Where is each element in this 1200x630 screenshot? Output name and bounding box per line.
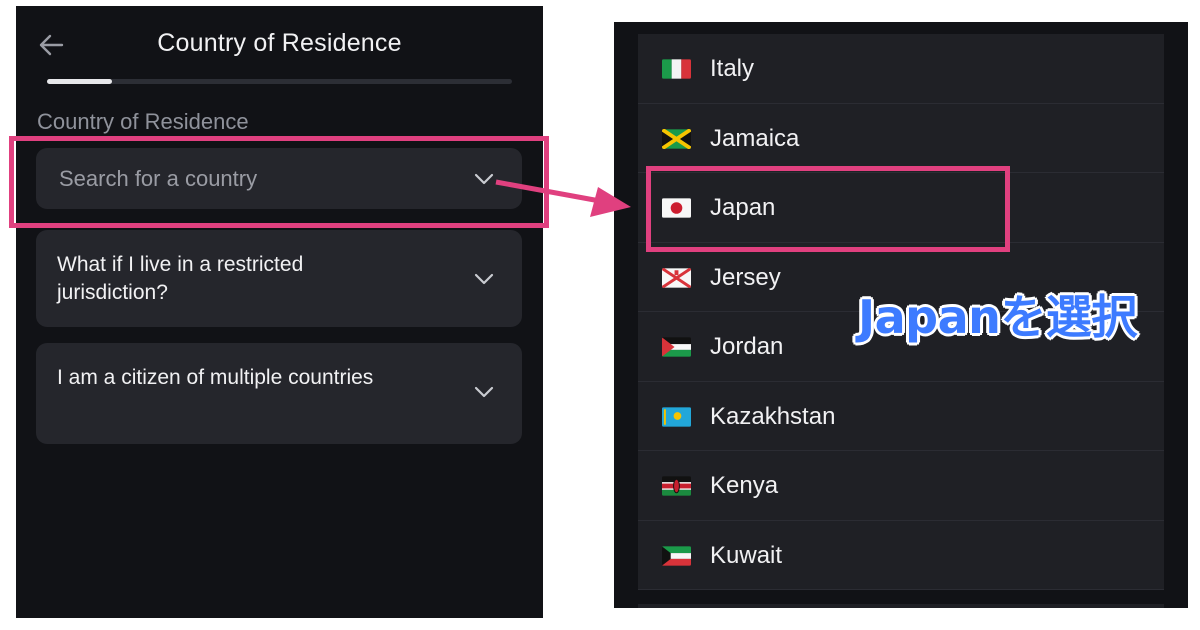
country-name: Jersey [710,263,781,291]
country-name: Jordan [710,333,784,360]
country-name: Kazakhstan [710,402,836,430]
progress-bar [47,79,512,84]
faq-multiple-citizenship[interactable]: I am a citizen of multiple countries [36,343,522,444]
country-field-label: Country of Residence [37,109,249,134]
jamaica-flag-icon [662,128,691,149]
page-title: Country of Residence [157,29,402,57]
progress-fill [47,79,113,84]
country-name: Kuwait [710,541,783,569]
country-item-kazakhstan[interactable]: Kazakhstan [638,381,1164,451]
kenya-flag-icon [662,476,691,496]
faq-label: What if I live in a restricted jurisdict… [57,253,304,304]
chevron-down-icon [474,273,494,285]
country-item-kuwait[interactable]: Kuwait [638,520,1164,590]
country-name: Italy [710,55,755,82]
faq-restricted-jurisdiction[interactable]: What if I live in a restricted jurisdict… [36,230,522,327]
italy-flag-icon [662,59,691,79]
jordan-flag-icon [662,337,691,357]
country-item-italy[interactable]: Italy [638,34,1164,104]
country-name: Kenya [710,472,779,499]
kuwait-flag-icon [662,545,691,566]
faq-label: I am a citizen of multiple countries [57,366,374,389]
jersey-flag-icon [662,267,691,288]
kazakhstan-flag-icon [662,406,691,427]
list-footer-strip [638,604,1164,608]
residence-form-panel: Country of Residence Country of Residenc… [16,6,543,618]
annotation-callout: Japanを選択 [858,290,1137,344]
country-item-kenya[interactable]: Kenya [638,451,1164,521]
country-name: Jamaica [710,124,800,152]
country-item-jamaica[interactable]: Jamaica [638,103,1164,173]
chevron-down-icon [474,386,494,398]
japan-highlight-box [646,166,1010,252]
search-highlight-box [9,136,549,228]
